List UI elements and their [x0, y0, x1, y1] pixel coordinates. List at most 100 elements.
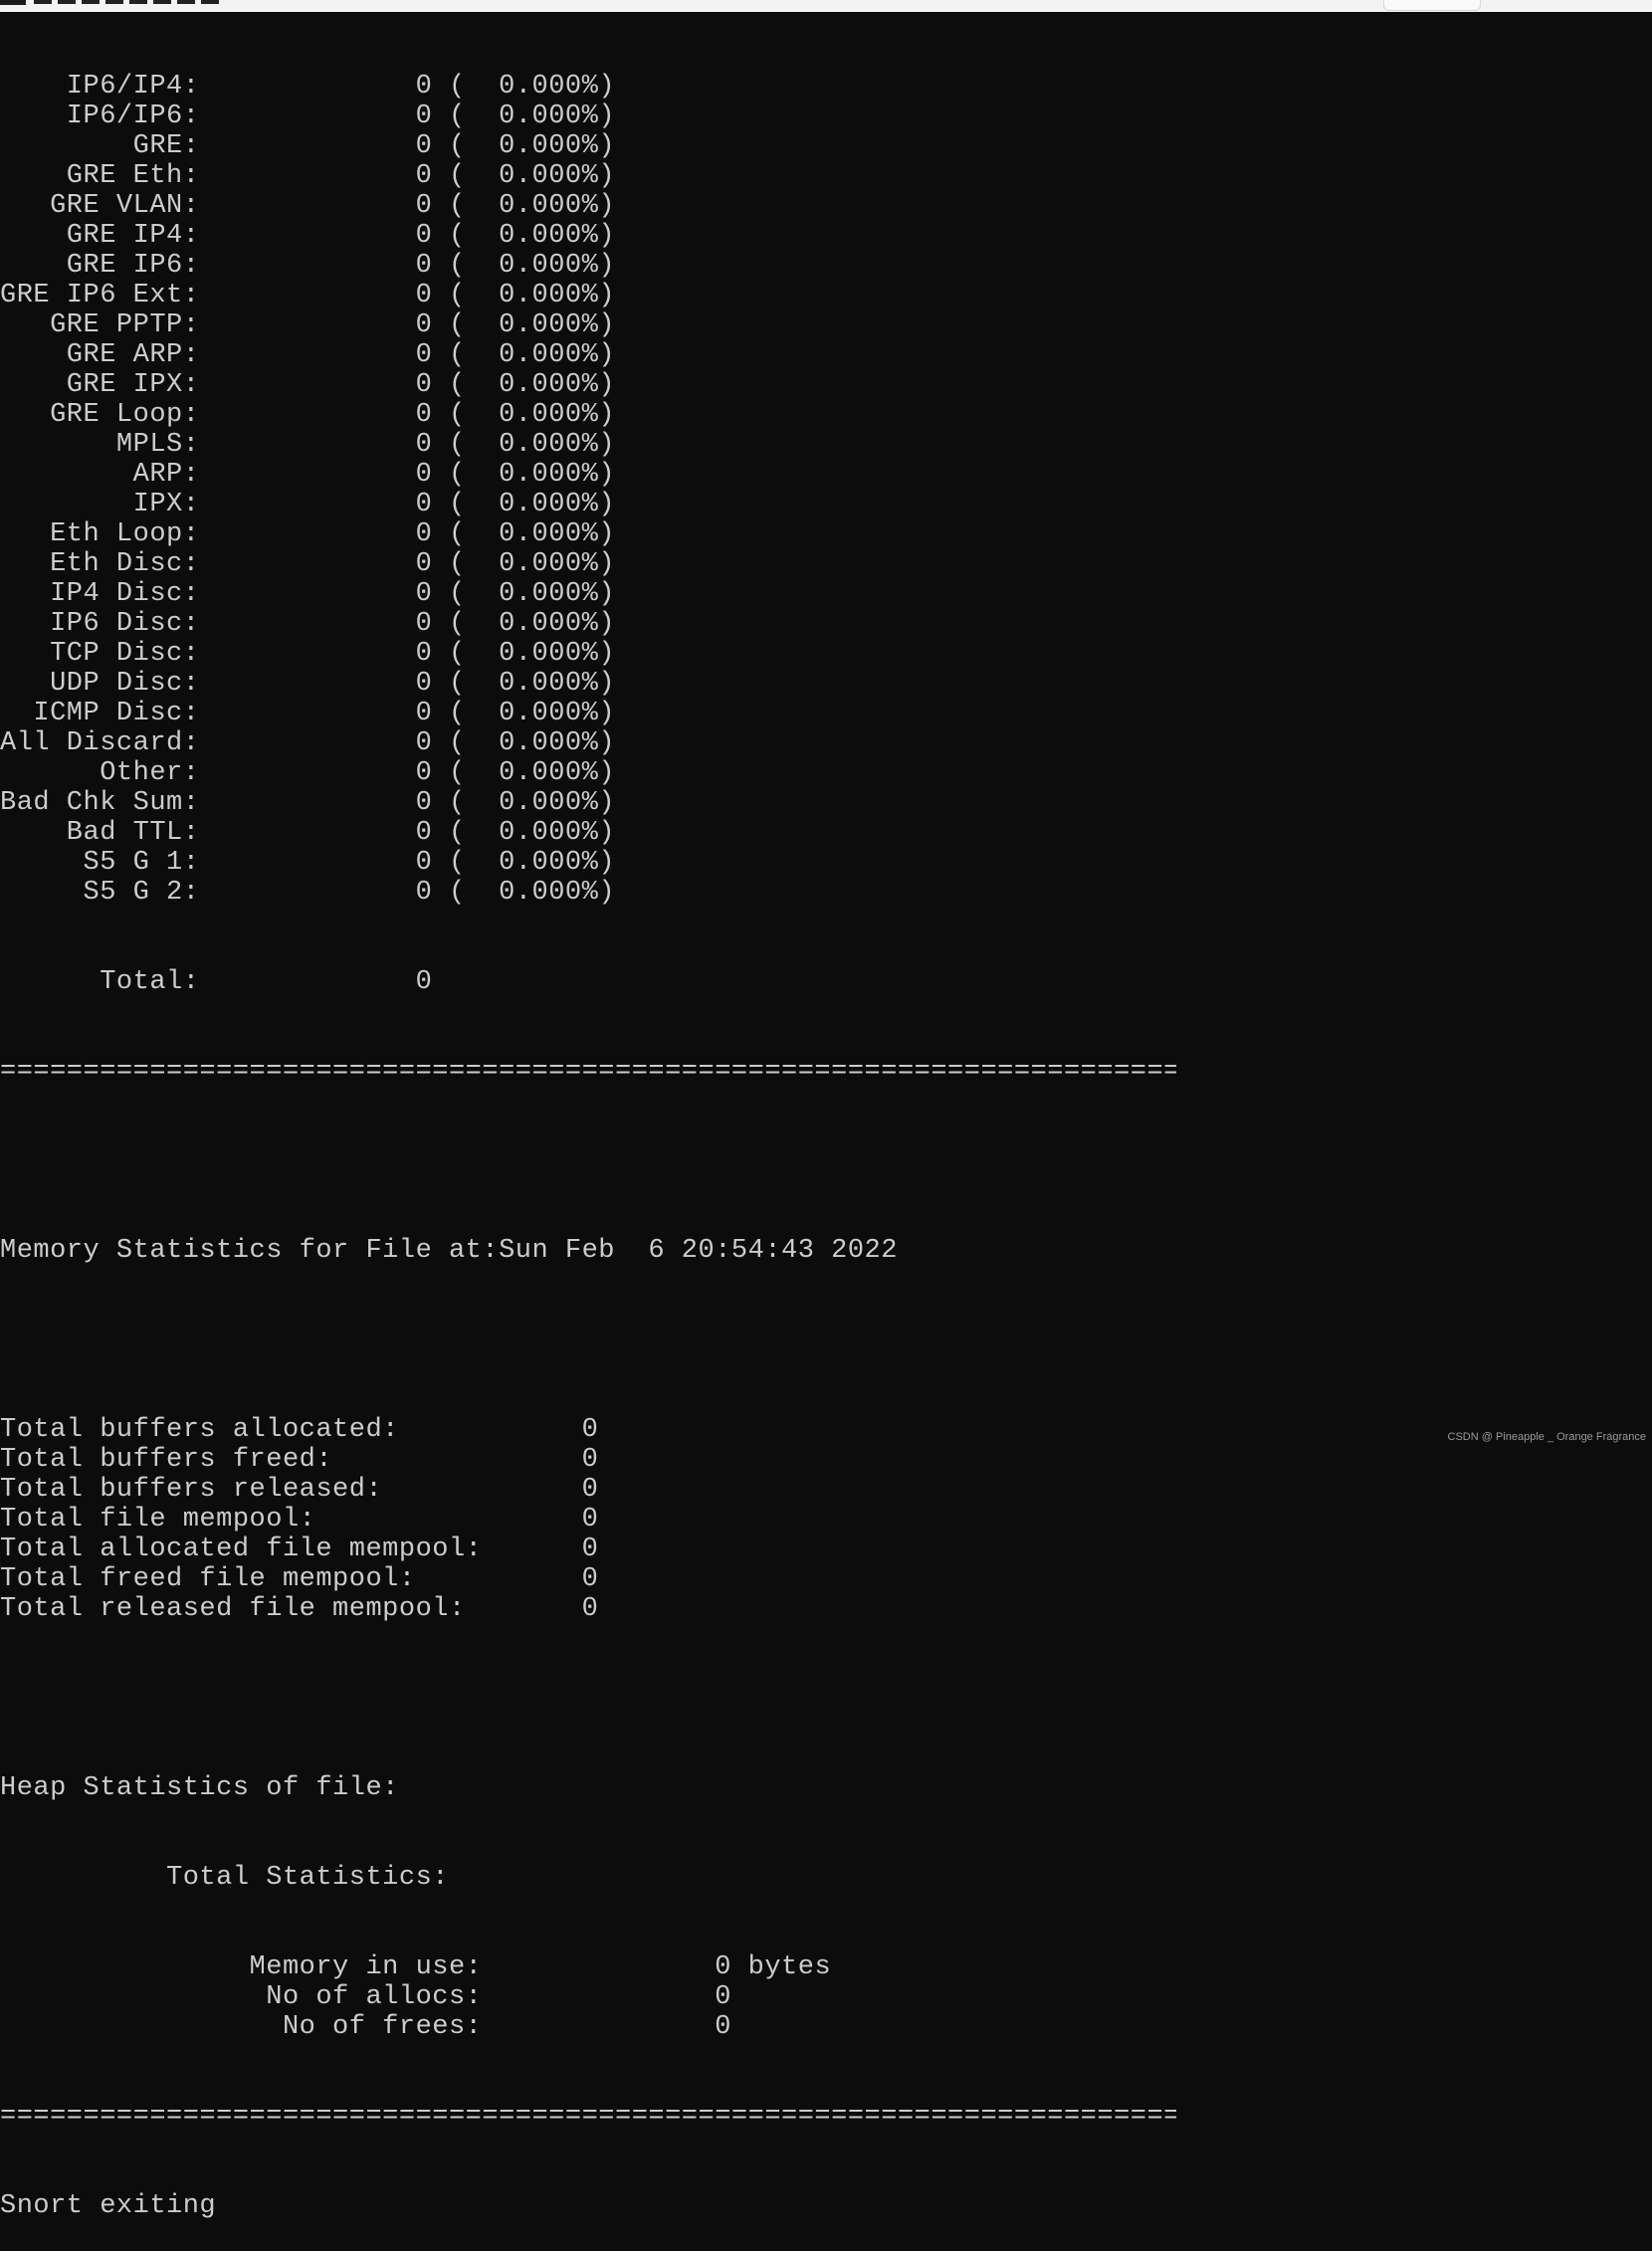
protocol-stat-row: Bad TTL: 0 ( 0.000%) [0, 818, 616, 848]
memory-stat-label: Total allocated file mempool: [0, 1535, 483, 1564]
memory-stat-row: Total allocated file mempool: 0 [0, 1535, 1176, 1564]
protocol-stat-label: Bad TTL: [0, 818, 200, 848]
protocol-stat-row: GRE: 0 ( 0.000%) [0, 131, 616, 161]
protocol-stat-percent: 0.000% [499, 191, 599, 221]
protocol-stat-label: IP6/IP6: [0, 102, 200, 131]
heap-stat-label: Memory in use: [0, 1952, 483, 1982]
protocol-stat-row: UDP Disc: 0 ( 0.000%) [0, 669, 616, 699]
protocol-stat-percent: 0.000% [499, 72, 599, 102]
protocol-stat-percent: 0.000% [499, 460, 599, 490]
protocol-stat-label: ARP: [0, 460, 200, 490]
protocol-stat-row: Eth Disc: 0 ( 0.000%) [0, 549, 616, 579]
protocol-stat-label: S5 G 2: [0, 878, 200, 908]
title-bar-button[interactable] [1383, 0, 1481, 11]
protocol-stat-label: Other: [0, 758, 200, 788]
heap-stat-label: No of allocs: [0, 1982, 483, 2012]
protocol-stat-count: 0 [415, 310, 433, 340]
protocol-stat-label: S5 G 1: [0, 848, 200, 878]
protocol-stat-label: GRE ARP: [0, 340, 200, 370]
protocol-stat-count: 0 [415, 579, 433, 609]
heap-stats-header: Heap Statistics of file: [0, 1773, 399, 1803]
protocol-stat-percent: 0.000% [499, 699, 599, 728]
memory-stat-value: 0 [581, 1475, 599, 1505]
heap-subheader-text: Total Statistics: [166, 1863, 449, 1893]
memory-stat-label: Total file mempool: [0, 1505, 316, 1535]
memory-stat-label: Total freed file mempool: [0, 1564, 416, 1594]
protocol-stat-percent: 0.000% [499, 609, 599, 639]
memory-stats-header: Memory Statistics for File at:Sun Feb 6 … [0, 1236, 898, 1266]
protocol-stat-count: 0 [415, 728, 433, 758]
protocol-stat-percent: 0.000% [499, 669, 599, 699]
protocol-stat-label: IP6/IP4: [0, 72, 200, 102]
protocol-stat-label: UDP Disc: [0, 669, 200, 699]
protocol-stat-count: 0 [415, 400, 433, 430]
protocol-stat-row: MPLS: 0 ( 0.000%) [0, 430, 616, 460]
protocol-stat-percent: 0.000% [499, 131, 599, 161]
protocol-stat-row: IPX: 0 ( 0.000%) [0, 490, 616, 519]
protocol-stat-label: GRE IP6: [0, 251, 200, 281]
protocol-stat-label: MPLS: [0, 430, 200, 460]
protocol-stat-label: GRE Eth: [0, 161, 200, 191]
watermark: CSDN @ Pineapple _ Orange Fragrance [1447, 1431, 1647, 1443]
heap-stat-value: 0 [715, 1982, 731, 2012]
protocol-stat-count: 0 [415, 72, 433, 102]
protocol-stats-block: IP6/IP4: 0 ( 0.000%) IP6/IP6: 0 ( 0.000%… [0, 72, 1176, 908]
protocol-stat-count: 0 [415, 699, 433, 728]
protocol-stat-row: IP6 Disc: 0 ( 0.000%) [0, 609, 616, 639]
protocol-stat-label: GRE IP4: [0, 221, 200, 251]
protocol-stat-count: 0 [415, 251, 433, 281]
protocol-stat-count: 0 [415, 490, 433, 519]
heap-stats-block: Memory in use: 0 bytes No of allocs: 0 N… [0, 1952, 1176, 2042]
protocol-stat-row: S5 G 2: 0 ( 0.000%) [0, 878, 616, 908]
protocol-total-label: Total: [0, 967, 200, 997]
protocol-stat-count: 0 [415, 878, 433, 908]
protocol-stat-count: 0 [415, 818, 433, 848]
protocol-stat-percent: 0.000% [499, 728, 599, 758]
protocol-stat-label: GRE PPTP: [0, 310, 200, 340]
memory-stat-value: 0 [581, 1594, 599, 1624]
protocol-stat-count: 0 [415, 460, 433, 490]
protocol-stat-count: 0 [415, 609, 433, 639]
protocol-stat-row: GRE IP4: 0 ( 0.000%) [0, 221, 616, 251]
protocol-stat-count: 0 [415, 221, 433, 251]
protocol-stat-row: IP4 Disc: 0 ( 0.000%) [0, 579, 616, 609]
protocol-stat-row: ARP: 0 ( 0.000%) [0, 460, 616, 490]
protocol-total-count: 0 [415, 967, 433, 997]
heap-stat-value: 0 bytes [715, 1952, 832, 1982]
memory-stat-value: 0 [581, 1535, 599, 1564]
protocol-stat-percent: 0.000% [499, 549, 599, 579]
protocol-stat-row: TCP Disc: 0 ( 0.000%) [0, 639, 616, 669]
protocol-stat-row: Other: 0 ( 0.000%) [0, 758, 616, 788]
protocol-stat-row: GRE ARP: 0 ( 0.000%) [0, 340, 616, 370]
protocol-stat-label: GRE IPX: [0, 370, 200, 400]
heap-stat-row: No of allocs: 0 [0, 1982, 1176, 2012]
protocol-stat-row: ICMP Disc: 0 ( 0.000%) [0, 699, 616, 728]
protocol-stat-percent: 0.000% [499, 400, 599, 430]
memory-stat-label: Total released file mempool: [0, 1594, 466, 1624]
protocol-stat-label: ICMP Disc: [0, 699, 200, 728]
protocol-stat-percent: 0.000% [499, 490, 599, 519]
exit-message: Snort exiting [0, 2191, 217, 2221]
protocol-stat-percent: 0.000% [499, 251, 599, 281]
protocol-stat-percent: 0.000% [499, 281, 599, 310]
heap-stat-row: No of frees: 0 [0, 2012, 1176, 2042]
protocol-stat-count: 0 [415, 848, 433, 878]
protocol-stat-label: All Discard: [0, 728, 200, 758]
protocol-stat-percent: 0.000% [499, 310, 599, 340]
protocol-stat-label: GRE Loop: [0, 400, 200, 430]
protocol-stat-count: 0 [415, 549, 433, 579]
window-title-cropped [34, 0, 223, 4]
memory-stat-label: Total buffers freed: [0, 1445, 333, 1475]
protocol-stat-count: 0 [415, 519, 433, 549]
protocol-stat-label: IP4 Disc: [0, 579, 200, 609]
protocol-stat-count: 0 [415, 669, 433, 699]
protocol-stat-count: 0 [415, 131, 433, 161]
protocol-stat-percent: 0.000% [499, 848, 599, 878]
protocol-stat-label: GRE: [0, 131, 200, 161]
app-icon [0, 0, 26, 5]
console-output: IP6/IP4: 0 ( 0.000%) IP6/IP6: 0 ( 0.000%… [0, 12, 1176, 2251]
protocol-stat-row: Bad Chk Sum: 0 ( 0.000%) [0, 788, 616, 818]
memory-stat-value: 0 [581, 1415, 599, 1445]
protocol-stat-count: 0 [415, 758, 433, 788]
memory-stat-label: Total buffers allocated: [0, 1415, 399, 1445]
